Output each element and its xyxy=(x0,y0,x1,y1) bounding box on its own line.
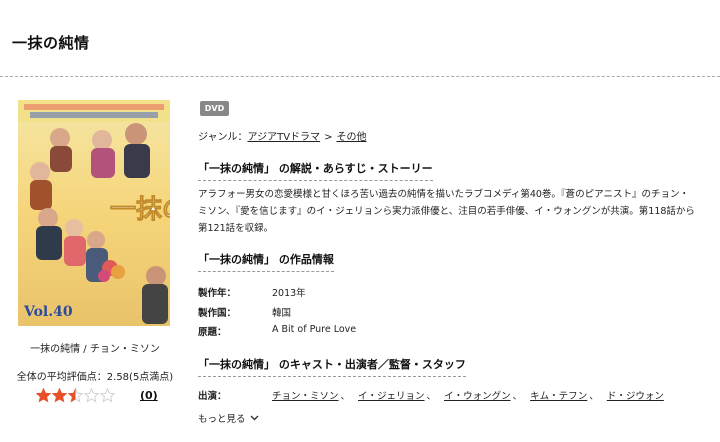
star-full-icon xyxy=(52,388,67,403)
genre-link-asian-tv-drama[interactable]: アジアTVドラマ xyxy=(248,128,321,143)
info-value: 韓国 xyxy=(272,308,292,319)
chevron-down-icon xyxy=(250,415,259,421)
info-row-country: 製作国： 韓国 xyxy=(198,305,291,319)
cast-heading: 「一抹の純情」 のキャスト・出演者／監督・スタッフ xyxy=(198,356,466,377)
page-title: 一抹の純情 xyxy=(12,34,90,52)
title-divider xyxy=(0,76,720,77)
genre-link-other[interactable]: その他 xyxy=(336,128,366,143)
cover-main-title: 一抹の純情 xyxy=(110,194,170,225)
story-heading: 「一抹の純情」 の解説・あらすじ・ストーリー xyxy=(198,160,433,181)
star-full-icon xyxy=(36,388,51,403)
info-value: A Bit of Pure Love xyxy=(272,324,357,335)
cast-label: 出演： xyxy=(198,391,227,402)
average-rating-text: 全体の平均評価点：2.58(5点満点) xyxy=(16,372,174,383)
genre-label: ジャンル： xyxy=(198,132,248,143)
cast-comma: 、 xyxy=(426,391,437,402)
cast-link[interactable]: チョン・ミソン xyxy=(272,388,339,402)
dvd-cover-image[interactable]: 一抹の純情 Vol.40 xyxy=(18,100,170,326)
star-half-icon xyxy=(68,388,83,403)
cast-comma: 、 xyxy=(589,391,599,402)
star-empty-icon xyxy=(84,388,99,403)
genre-breadcrumb: ジャンル： アジアTVドラマ > その他 xyxy=(198,128,366,143)
cast-link[interactable]: ド・ジウォン xyxy=(607,388,664,402)
cover-vol: Vol.40 xyxy=(23,304,73,320)
rating-stars[interactable] xyxy=(36,388,115,403)
info-heading: 「一抹の純情」 の作品情報 xyxy=(198,251,334,272)
info-row-year: 製作年： 2013年 xyxy=(198,285,306,299)
genre-separator: > xyxy=(324,132,333,143)
story-description: アラフォー男女の恋愛模様と甘くほろ苦い過去の純情を描いたラブコメディ第40巻。『… xyxy=(198,189,695,234)
show-more-link[interactable]: もっと見る xyxy=(198,411,246,425)
star-empty-icon xyxy=(100,388,115,403)
review-count-link[interactable]: (0) xyxy=(140,389,158,402)
cover-caption: 一抹の純情 / チョン・ミソン xyxy=(30,344,160,355)
cast-link[interactable]: イ・ジェリョン xyxy=(358,388,425,402)
cast-link[interactable]: キム・テフン xyxy=(530,388,587,402)
info-value: 2013年 xyxy=(272,288,306,299)
cast-link[interactable]: イ・ウォングン xyxy=(444,388,511,402)
dvd-badge: DVD xyxy=(200,101,229,116)
cast-comma: 、 xyxy=(340,391,351,402)
cover-art: 一抹の純情 Vol.40 xyxy=(18,100,170,326)
show-more[interactable]: もっと見る xyxy=(198,411,259,425)
info-row-original-title: 原題： A Bit of Pure Love xyxy=(198,324,356,338)
info-label: 製作国： xyxy=(198,308,237,319)
info-label: 製作年： xyxy=(198,288,237,299)
info-label: 原題： xyxy=(198,327,227,338)
cast-comma: 、 xyxy=(512,391,523,402)
cast-list: 出演： チョン・ミソン、 イ・ジェリョン、 イ・ウォングン、 キム・テフン、 ド… xyxy=(198,388,664,402)
